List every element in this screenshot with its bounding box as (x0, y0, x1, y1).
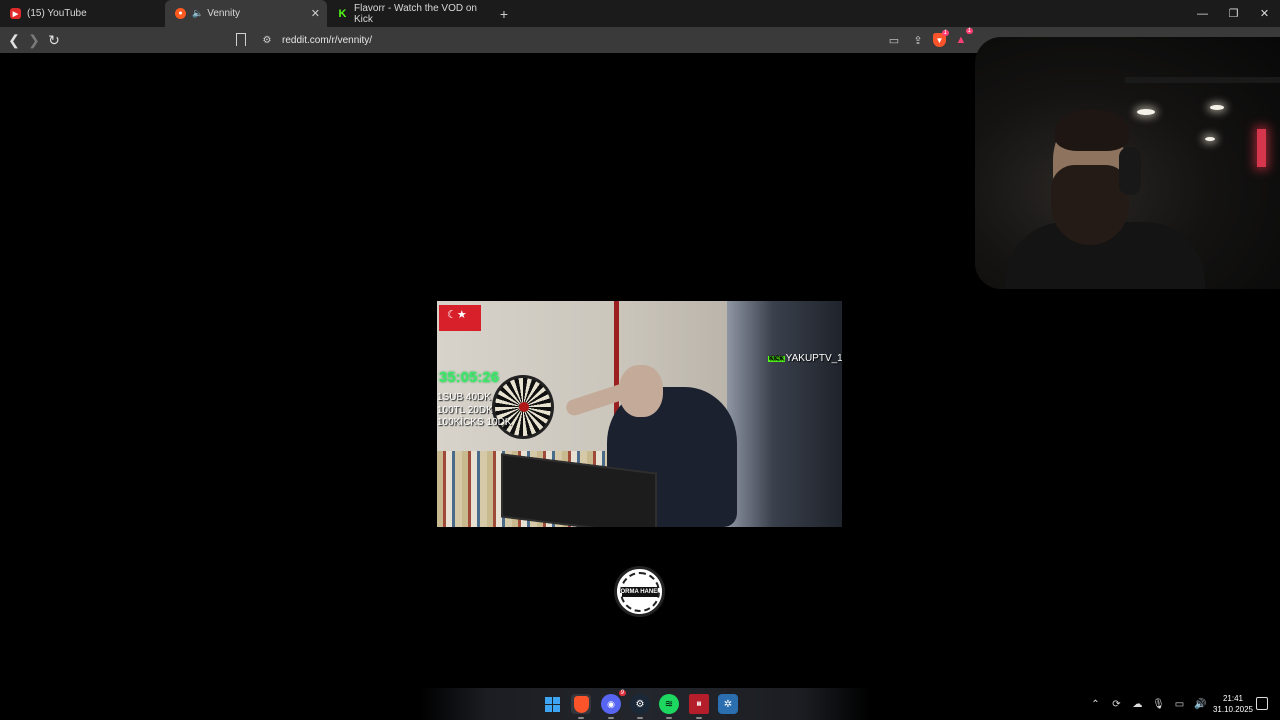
cloud-icon[interactable]: ☁ (1127, 697, 1148, 711)
logo-band: FORMA HANEM (617, 586, 662, 597)
neon-sign (1257, 129, 1266, 167)
curtain (727, 301, 842, 527)
microphone-icon[interactable]: 🎙 (1148, 697, 1169, 711)
chevron-up-icon[interactable]: ⌃ (1085, 697, 1106, 711)
new-tab-button[interactable]: + (492, 6, 516, 22)
site-info-icon[interactable]: ⚙ (255, 35, 279, 46)
running-indicator (637, 717, 643, 719)
ceiling-light (1137, 109, 1155, 115)
windows-icon (544, 696, 560, 712)
network-icon[interactable]: ▭ (1169, 697, 1190, 711)
rule-line: 100KİCKS 10DK (437, 417, 512, 428)
webcam-overlay (975, 37, 1280, 289)
steam-icon[interactable]: ⚙ (630, 694, 650, 719)
discord-icon[interactable]: ◉ 9 (601, 690, 626, 719)
clock-date: 31.10.2025 (1212, 705, 1254, 714)
tab-strip: ▶ (15) YouTube ● 🔈 Vennity ✕ K Flavorr -… (0, 0, 1280, 27)
close-window-icon[interactable]: ✕ (1249, 0, 1280, 27)
kick-icon: K (337, 7, 348, 20)
running-indicator (696, 717, 702, 719)
running-indicator (608, 717, 614, 719)
wall-pipe (614, 301, 619, 421)
shield-badge: 1 (941, 30, 949, 36)
back-icon[interactable]: ❮ (5, 31, 23, 49)
system-tray: ⌃ ⟳ ☁ 🎙 ▭ 🔊 (1085, 697, 1211, 711)
subathon-rules: 1SUB 40DK 100TL 20DK 100KİCKS 10DK (437, 392, 512, 430)
streamer-hair (1055, 109, 1129, 151)
minimize-icon[interactable]: — (1187, 0, 1218, 27)
streamer-beard (1051, 165, 1129, 245)
red-app-icon[interactable]: ▤ (689, 694, 709, 719)
forma-hanem-logo: FORMA HANEM (614, 566, 665, 617)
shelf-light (1210, 105, 1224, 110)
close-tab-icon[interactable]: ✕ (311, 7, 320, 20)
restore-icon[interactable]: ❐ (1218, 0, 1249, 27)
rewards-badge: 1 (965, 28, 973, 34)
turkish-flag (439, 305, 481, 331)
reddit-icon: ● (175, 8, 186, 19)
notification-icon[interactable] (1256, 697, 1268, 710)
tab-youtube[interactable]: ▶ (15) YouTube (0, 0, 165, 27)
cast-icon[interactable]: ▭ (885, 31, 903, 49)
clock-time: 21:41 (1222, 694, 1244, 703)
forward-icon[interactable]: ❯ (25, 31, 43, 49)
address-bar[interactable]: ⚙ reddit.com/r/vennity/ (255, 29, 980, 51)
taskbar: ◉ 9 ⚙ ≋ ▤ ✲ ⌃ ⟳ ☁ 🎙 ▭ 🔊 21:41 31.10.2025 (0, 688, 1280, 720)
share-icon[interactable]: ⇪ (909, 31, 927, 49)
start-button[interactable] (542, 694, 562, 714)
blue-app-icon[interactable]: ✲ (718, 694, 738, 714)
kick-streamer-tag: KICK YAKUPTV_1 (768, 353, 842, 364)
taskbar-clock[interactable]: 21:41 31.10.2025 (1206, 693, 1260, 715)
rule-line: 100TL 20DK (437, 404, 493, 416)
taskbar-brave[interactable] (571, 694, 591, 719)
bookmark-icon[interactable] (236, 33, 246, 46)
sync-icon[interactable]: ⟳ (1106, 697, 1127, 711)
speaker-icon[interactable]: 🔈 (192, 8, 203, 19)
tab-label: Vennity (207, 8, 241, 19)
streamer-name: YAKUPTV_1 (785, 353, 842, 364)
running-indicator (666, 717, 672, 719)
stream-timer: 35:05:26 (439, 369, 500, 386)
tab-vennity[interactable]: ● 🔈 Vennity ✕ (165, 0, 327, 27)
spotify-icon[interactable]: ≋ (659, 694, 679, 719)
shelf-light (1205, 137, 1215, 141)
tab-label: Flavorr - Watch the VOD on Kick (354, 2, 477, 25)
screen: ▶ (15) YouTube ● 🔈 Vennity ✕ K Flavorr -… (0, 0, 1280, 720)
brave-shield-icon[interactable]: ▼ 1 (933, 30, 949, 47)
video-player[interactable]: 35:05:26 1SUB 40DK 100TL 20DK 100KİCKS 1… (437, 301, 842, 527)
toolbar-actions: ▭ ⇪ ▼ 1 ▲ 1 (885, 28, 973, 49)
reload-icon[interactable]: ↻ (45, 31, 63, 49)
window-controls: — ❐ ✕ (1187, 0, 1280, 27)
tab-label: (15) YouTube (27, 8, 87, 19)
running-indicator (578, 717, 584, 719)
brave-icon (573, 695, 589, 713)
logo-ring: FORMA HANEM (617, 571, 662, 612)
url-text[interactable]: reddit.com/r/vennity/ (282, 35, 372, 46)
tab-kick[interactable]: K Flavorr - Watch the VOD on Kick (327, 0, 492, 27)
logo-text: FORMA HANEM (616, 588, 663, 595)
headset (1119, 147, 1141, 195)
brave-rewards-icon[interactable]: ▲ 1 (952, 28, 973, 49)
kick-logo: KICK (768, 355, 785, 362)
discord-badge: 9 (618, 690, 626, 696)
youtube-icon: ▶ (10, 8, 21, 19)
rule-line: 1SUB 40DK (437, 392, 491, 403)
